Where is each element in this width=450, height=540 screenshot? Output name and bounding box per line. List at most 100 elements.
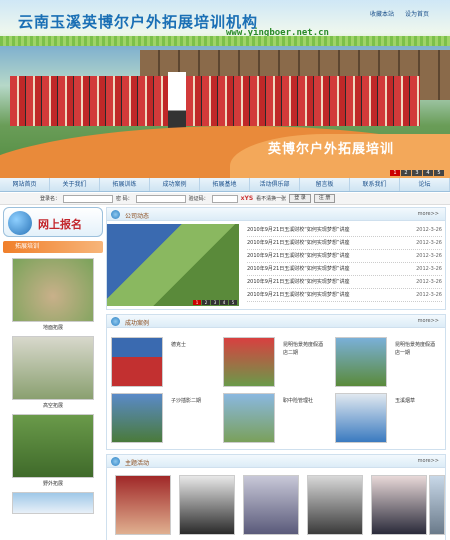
- main-nav: 网站首页 关于我们 拓展训练 成功案例 拓展基地 活动俱乐部 留言板 联系我们 …: [0, 178, 450, 192]
- nav-forum[interactable]: 论坛: [400, 178, 450, 191]
- case-photo[interactable]: [223, 337, 275, 387]
- activity-photo[interactable]: [179, 475, 235, 535]
- case-photo[interactable]: [335, 337, 387, 387]
- ground-training-caption[interactable]: 地面拓展: [3, 324, 103, 331]
- news-slideshow[interactable]: 1 2 3 4 5: [107, 224, 239, 306]
- company-news-section: 公司动态 more>> 1 2 3 4 5 2010年9月21日玉溪财校“如何实…: [106, 207, 446, 310]
- news-slide-4[interactable]: 4: [220, 300, 228, 305]
- company-news-header: 公司动态 more>>: [107, 208, 445, 221]
- flower-icon: [111, 317, 120, 326]
- set-homepage-link[interactable]: 设为首页: [405, 9, 429, 18]
- banner-crowd: [10, 76, 420, 126]
- news-date: 2012-3-26: [416, 240, 442, 246]
- news-title[interactable]: 2010年9月21日玉溪财校“如何实现梦想”讲座: [247, 224, 349, 236]
- news-date: 2012-3-26: [416, 266, 442, 272]
- nav-home[interactable]: 网站首页: [0, 178, 50, 191]
- success-cases-more-link[interactable]: more>>: [418, 318, 439, 324]
- news-date: 2012-3-26: [416, 253, 442, 259]
- globe-icon: [8, 211, 32, 235]
- site-title: 云南玉溪英博尔户外拓展培训机构: [18, 13, 259, 31]
- list-item[interactable]: 2010年9月21日玉溪财校“如何实现梦想”讲座 2012-3-26: [247, 289, 442, 302]
- success-cases-section: 成功案例 more>> 德克士 昆明怡景苑度假酒店二期 昆明怡景苑度假酒店一期 …: [106, 314, 446, 450]
- nav-guestbook[interactable]: 留言板: [300, 178, 350, 191]
- company-news-title: 公司动态: [125, 213, 150, 220]
- list-item[interactable]: 2010年9月21日玉溪财校“如何实现梦想”讲座 2012-3-26: [247, 237, 442, 250]
- case-card[interactable]: 昆明怡景苑度假酒店一期: [335, 337, 439, 393]
- news-date: 2012-3-26: [416, 279, 442, 285]
- case-name[interactable]: 子沙插影二期: [171, 397, 215, 405]
- banner-page-2[interactable]: 2: [401, 170, 411, 176]
- case-name[interactable]: 德克士: [171, 341, 215, 349]
- theme-activities-title: 主题活动: [125, 460, 150, 467]
- list-item[interactable]: 2010年9月21日玉溪财校“如何实现梦想”讲座 2012-3-26: [247, 263, 442, 276]
- news-title[interactable]: 2010年9月21日玉溪财校“如何实现梦想”讲座: [247, 237, 349, 249]
- case-name[interactable]: 昆明怡景苑度假酒店二期: [283, 341, 327, 357]
- case-name[interactable]: 昆明怡景苑度假酒店一期: [395, 341, 439, 357]
- case-photo[interactable]: [111, 393, 163, 443]
- activity-photo[interactable]: [115, 475, 171, 535]
- login-button[interactable]: 登 录: [289, 194, 311, 203]
- news-slide-3[interactable]: 3: [211, 300, 219, 305]
- banner-page-4[interactable]: 4: [423, 170, 433, 176]
- activity-photo[interactable]: [243, 475, 299, 535]
- case-card[interactable]: 职中险管理社: [223, 393, 327, 449]
- news-slide-5[interactable]: 5: [229, 300, 237, 305]
- case-name[interactable]: 职中险管理社: [283, 397, 327, 405]
- theme-activities-more-link[interactable]: more>>: [418, 458, 439, 464]
- nav-training[interactable]: 拓展训练: [100, 178, 150, 191]
- banner-page-3[interactable]: 3: [412, 170, 422, 176]
- banner-page-1[interactable]: 1: [390, 170, 400, 176]
- nav-contact[interactable]: 联系我们: [350, 178, 400, 191]
- high-altitude-photo[interactable]: [12, 336, 94, 400]
- news-title[interactable]: 2010年9月21日玉溪财校“如何实现梦想”讲座: [247, 263, 349, 275]
- bookmark-link[interactable]: 收藏本站: [370, 9, 394, 18]
- news-list: 2010年9月21日玉溪财校“如何实现梦想”讲座 2012-3-26 2010年9…: [247, 224, 442, 302]
- case-photo[interactable]: [111, 337, 163, 387]
- captcha-input[interactable]: [211, 194, 238, 203]
- success-cases-header: 成功案例 more>>: [107, 315, 445, 328]
- case-card[interactable]: 子沙插影二期: [111, 393, 215, 449]
- case-photo[interactable]: [335, 393, 387, 443]
- hero-banner: 英博尔户外拓展培训 1 2 3 4 5: [0, 46, 450, 178]
- news-title[interactable]: 2010年9月21日玉溪财校“如何实现梦想”讲座: [247, 250, 349, 262]
- activity-photo[interactable]: [429, 475, 445, 535]
- high-altitude-caption[interactable]: 高空拓展: [3, 402, 103, 409]
- news-date: 2012-3-26: [416, 292, 442, 298]
- company-news-more-link[interactable]: more>>: [418, 211, 439, 217]
- news-title[interactable]: 2010年9月21日玉溪财校“如何实现梦想”讲座: [247, 289, 349, 301]
- banner-page-5[interactable]: 5: [434, 170, 444, 176]
- nav-base[interactable]: 拓展基地: [200, 178, 250, 191]
- field-training-caption[interactable]: 野外拓展: [3, 480, 103, 487]
- login-bar: 登录名： 密 码： 验证码： xYS 看不清换一张 登 录 注 册: [0, 193, 450, 205]
- case-card[interactable]: 昆明怡景苑度假酒店二期: [223, 337, 327, 393]
- field-training-photo[interactable]: [12, 414, 94, 478]
- case-photo[interactable]: [223, 393, 275, 443]
- password-input[interactable]: [135, 194, 186, 203]
- nav-cases[interactable]: 成功案例: [150, 178, 200, 191]
- news-title[interactable]: 2010年9月21日玉溪财校“如何实现梦想”讲座: [247, 276, 349, 288]
- case-name[interactable]: 玉溪烟草: [395, 397, 439, 405]
- news-slide-1[interactable]: 1: [193, 300, 201, 305]
- refresh-captcha-link[interactable]: 看不清换一张: [256, 195, 286, 202]
- site-header: 云南玉溪英博尔户外拓展培训机构 www.yingboer.net.cn 收藏本站…: [0, 0, 450, 46]
- next-training-photo[interactable]: [12, 492, 94, 514]
- activity-photo[interactable]: [307, 475, 363, 535]
- news-slide-2[interactable]: 2: [202, 300, 210, 305]
- username-label: 登录名：: [40, 196, 61, 202]
- online-signup-button[interactable]: 网上报名: [3, 207, 103, 237]
- list-item[interactable]: 2010年9月21日玉溪财校“如何实现梦想”讲座 2012-3-26: [247, 276, 442, 289]
- captcha-label: 验证码：: [188, 196, 209, 202]
- case-card[interactable]: 玉溪烟草: [335, 393, 439, 449]
- list-item[interactable]: 2010年9月21日玉溪财校“如何实现梦想”讲座 2012-3-26: [247, 250, 442, 263]
- activity-photo[interactable]: [371, 475, 427, 535]
- register-button[interactable]: 注 册: [313, 194, 336, 203]
- left-sidebar: 网上报名 拓展培训 地面拓展 高空拓展 野外拓展: [3, 207, 103, 514]
- username-input[interactable]: [63, 194, 114, 203]
- captcha-image: xYS: [240, 195, 254, 202]
- nav-club[interactable]: 活动俱乐部: [250, 178, 300, 191]
- nav-about[interactable]: 关于我们: [50, 178, 100, 191]
- ground-training-photo[interactable]: [12, 258, 94, 322]
- list-item[interactable]: 2010年9月21日玉溪财校“如何实现梦想”讲座 2012-3-26: [247, 224, 442, 237]
- case-card[interactable]: 德克士: [111, 337, 215, 393]
- theme-activities-header: 主题活动 more>>: [107, 455, 445, 468]
